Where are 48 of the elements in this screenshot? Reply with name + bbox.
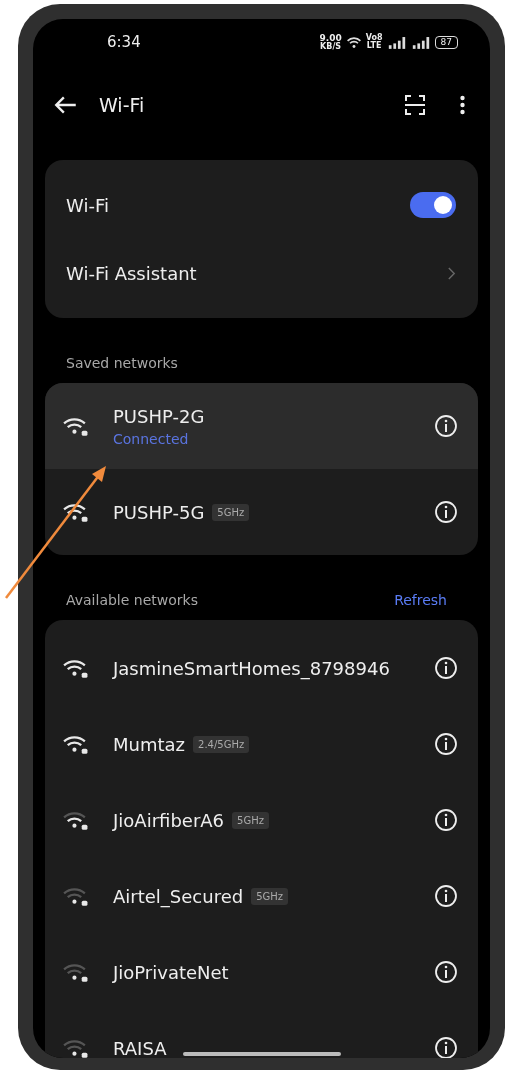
network-name: JioPrivateNet: [113, 961, 229, 983]
info-icon[interactable]: [434, 884, 458, 908]
network-row[interactable]: RAISA: [45, 1010, 478, 1058]
network-row[interactable]: Airtel_Secured 5GHz: [45, 858, 478, 934]
network-row[interactable]: Mumtaz 2.4/5GHz: [45, 706, 478, 782]
info-icon[interactable]: [434, 1036, 458, 1058]
info-icon[interactable]: [434, 414, 458, 438]
volte-label: Vo8: [365, 34, 383, 42]
network-row[interactable]: JioAirfiberA6 5GHz: [45, 782, 478, 858]
network-row[interactable]: JasmineSmartHomes_8798946: [45, 630, 478, 706]
chevron-right-icon[interactable]: [447, 265, 456, 281]
band-tag: 5GHz: [251, 887, 289, 905]
wifi-toggle[interactable]: [410, 192, 456, 218]
info-icon[interactable]: [434, 808, 458, 832]
info-icon[interactable]: [434, 656, 458, 680]
wifi-status-icon: [345, 35, 362, 49]
signal-icon: [386, 35, 407, 49]
battery-indicator: 87: [434, 35, 458, 49]
network-name: RAISA: [113, 1037, 167, 1058]
status-time: 6:34: [107, 33, 141, 51]
network-row[interactable]: PUSHP-5G 5GHz: [45, 469, 478, 555]
lte-label: LTE: [366, 42, 382, 50]
network-row[interactable]: PUSHP-2G Connected: [45, 383, 478, 469]
info-icon[interactable]: [434, 960, 458, 984]
band-tag: 2.4/5GHz: [193, 735, 250, 753]
network-name: Airtel_Secured: [113, 885, 244, 907]
band-tag: 5GHz: [232, 811, 269, 829]
refresh-link[interactable]: Refresh: [394, 592, 447, 608]
network-name: JioAirfiberA6: [113, 809, 225, 831]
network-speed: 9.00: [319, 33, 342, 43]
page-title: Wi-Fi: [99, 94, 146, 116]
network-name: PUSHP-5G: [113, 501, 205, 523]
connection-status: Connected: [113, 430, 190, 447]
section-heading: Available networks: [66, 592, 198, 608]
signal-icon: [410, 35, 431, 49]
scan-icon[interactable]: [403, 93, 427, 117]
setting-label: Wi-Fi Assistant: [66, 262, 197, 284]
setting-label: Wi-Fi: [66, 194, 109, 216]
network-name: PUSHP-2G: [113, 405, 205, 427]
info-icon[interactable]: [434, 732, 458, 756]
more-options-icon[interactable]: [459, 94, 466, 116]
network-name: Mumtaz: [113, 733, 185, 755]
band-tag: 5GHz: [212, 503, 250, 521]
speed-unit: KB/S: [320, 42, 342, 51]
section-heading: Saved networks: [66, 355, 178, 371]
info-icon[interactable]: [434, 500, 458, 524]
network-row[interactable]: JioPrivateNet: [45, 934, 478, 1010]
network-name: JasmineSmartHomes_8798946: [113, 657, 390, 679]
